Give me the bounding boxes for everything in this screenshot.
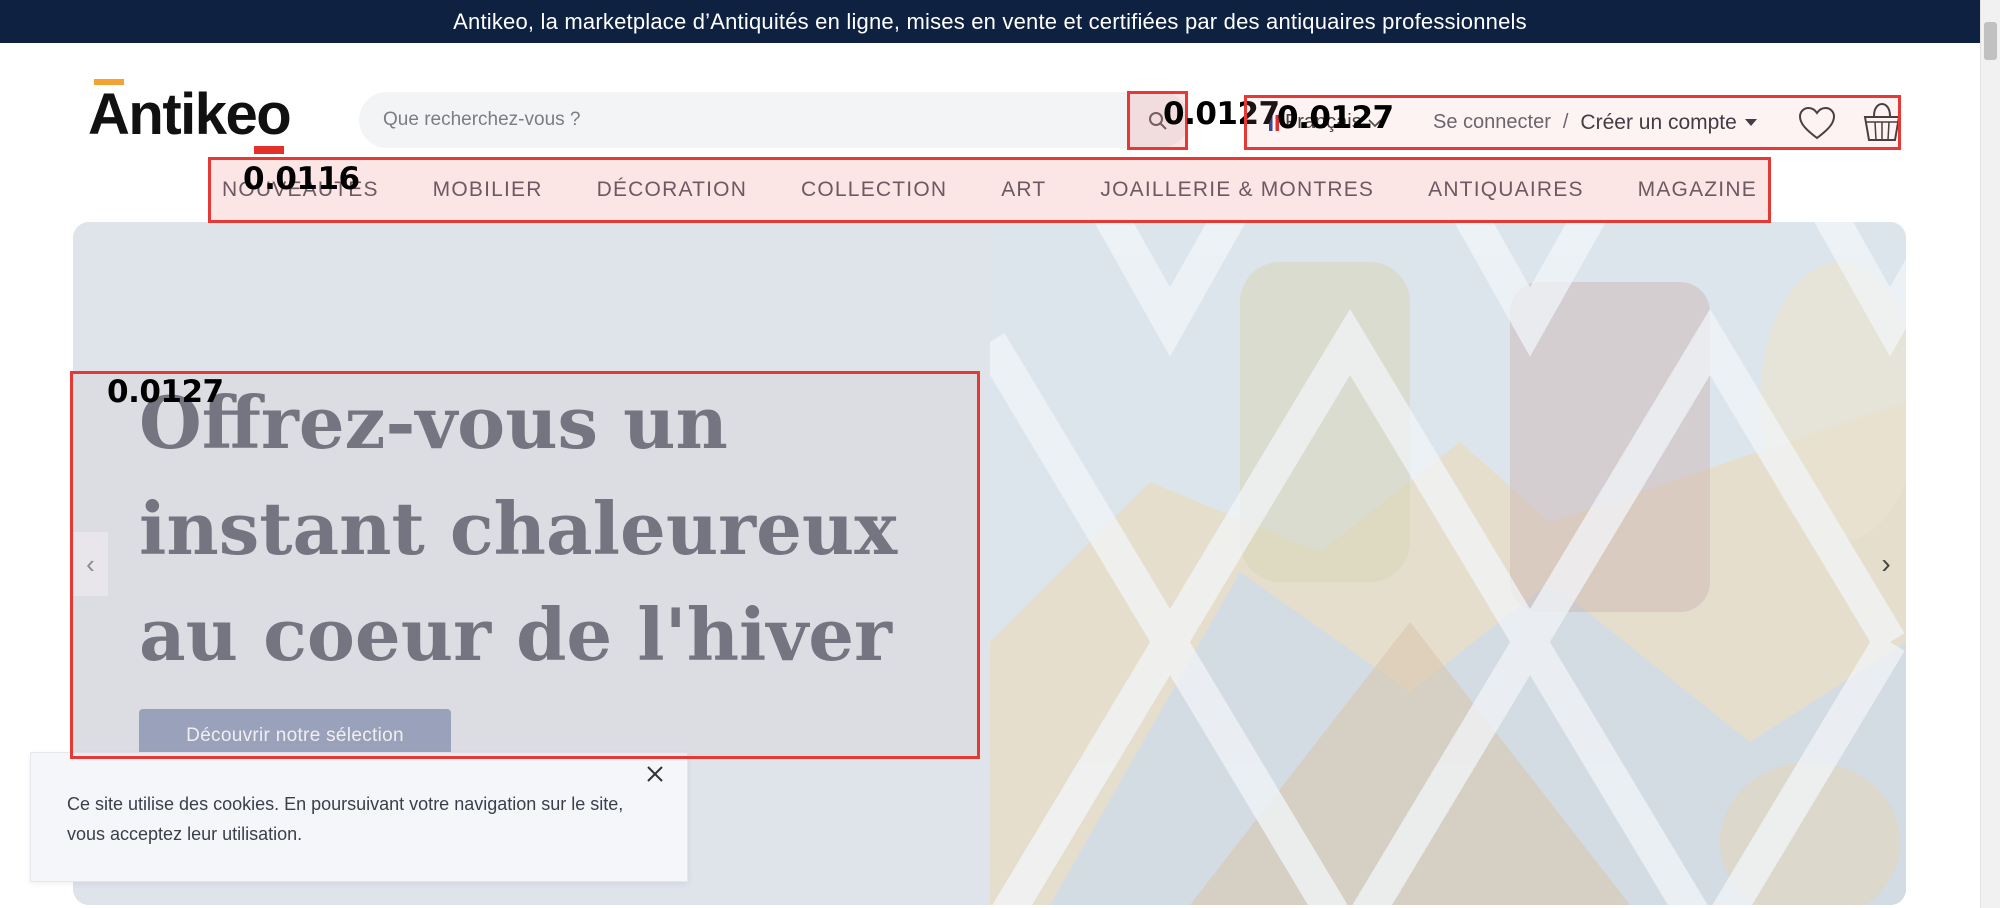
wishlist-button[interactable] xyxy=(1797,104,1837,144)
login-separator: / xyxy=(1562,111,1569,133)
nav-item-magazine[interactable]: MAGAZINE xyxy=(1638,178,1757,202)
nav-item-art[interactable]: ART xyxy=(1001,178,1046,202)
scrollbar-thumb[interactable] xyxy=(1984,22,1997,60)
carousel-next-button[interactable]: › xyxy=(1866,532,1906,596)
nav-item-antiquaires[interactable]: ANTIQUAIRES xyxy=(1428,178,1584,202)
nav-item-mobilier[interactable]: MOBILIER xyxy=(433,178,543,202)
logo-wordmark: Antikeo xyxy=(88,82,292,147)
caret-down-icon xyxy=(1744,119,1757,126)
overlay-header-right-score: 0.0127 xyxy=(1277,100,1394,136)
close-icon[interactable] xyxy=(643,762,667,786)
main-navigation: NOUVEAUTÉS MOBILIER DÉCORATION COLLECTIO… xyxy=(208,157,1771,223)
carousel-prev-button[interactable]: ‹ xyxy=(73,532,108,596)
hero-image xyxy=(990,222,1906,905)
hero-title: Offrez-vous un instant chaleureux au coe… xyxy=(139,380,898,677)
site-logo[interactable]: Antikeo xyxy=(88,76,292,156)
basket-icon xyxy=(1863,102,1901,141)
hero-artwork-image xyxy=(990,222,1906,905)
cookie-message: Ce site utilise des cookies. En poursuiv… xyxy=(67,794,624,844)
overlay-hero-text-score: 0.0127 xyxy=(107,374,224,410)
nav-item-joaillerie-montres[interactable]: JOAILLERIE & MONTRES xyxy=(1100,178,1374,202)
logo-accent-red xyxy=(254,146,284,154)
signup-label: Créer un compte xyxy=(1580,110,1737,134)
nav-item-collection[interactable]: COLLECTION xyxy=(801,178,947,202)
nav-item-decoration[interactable]: DÉCORATION xyxy=(597,178,747,202)
search-input[interactable] xyxy=(383,109,1143,131)
page-scrollbar[interactable] xyxy=(1980,0,2000,908)
overlay-nav-score: 0.0116 xyxy=(243,161,360,197)
announcement-bar: Antikeo, la marketplace d’Antiquités en … xyxy=(0,0,1980,43)
signup-dropdown[interactable]: Créer un compte xyxy=(1580,110,1757,135)
overlay-search-button-score: 0.0127 xyxy=(1163,96,1280,132)
search-bar xyxy=(359,92,1189,148)
cart-button[interactable] xyxy=(1862,100,1902,144)
heart-icon xyxy=(1798,106,1836,140)
announcement-text: Antikeo, la marketplace d’Antiquités en … xyxy=(453,8,1527,34)
cookie-banner: Ce site utilise des cookies. En poursuiv… xyxy=(30,752,688,882)
login-link[interactable]: Se connecter xyxy=(1433,111,1551,134)
